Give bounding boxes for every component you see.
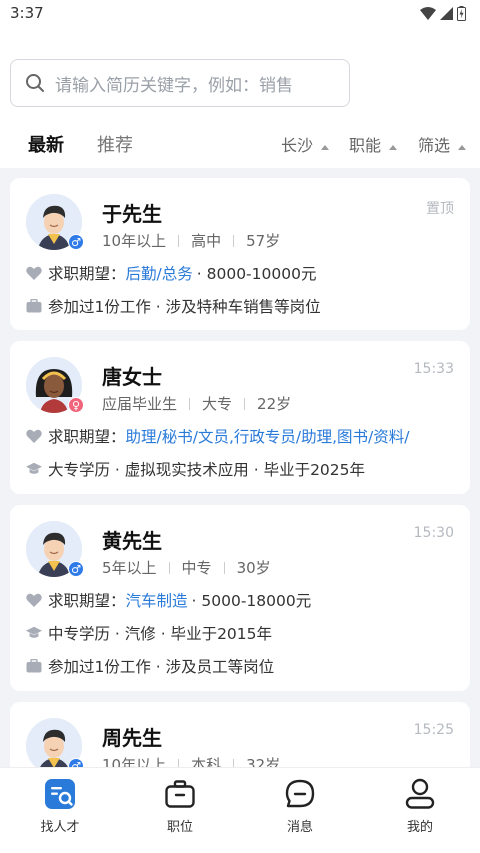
- tab-latest[interactable]: 最新: [28, 131, 64, 157]
- expectation-label: 求职期望：: [48, 428, 126, 446]
- heart-icon: [26, 428, 42, 444]
- work-history: 参加过1份工作 · 涉及特种车销售等岗位: [26, 295, 321, 317]
- work-history: 参加过1份工作 · 涉及员工等岗位: [26, 655, 274, 677]
- user-icon: [404, 778, 436, 810]
- dropdown-arrow-icon: [389, 144, 398, 150]
- tab-bar: 最新 推荐 长沙 职能 筛选: [0, 131, 480, 171]
- graduation-cap-icon: [26, 461, 42, 477]
- status-time: 3:37: [10, 4, 44, 22]
- job-expectation: 求职期望： 汽车制造 · 5000-18000元: [26, 589, 311, 611]
- bottom-nav: 找人才 职位 消息 我的: [0, 767, 480, 853]
- status-bar: 3:37: [0, 0, 480, 28]
- job-expectation: 求职期望： 助理/秘书/文员,行政专员/助理,图书/资料/: [26, 425, 409, 447]
- find-talent-icon: [44, 778, 76, 810]
- job-expectation: 求职期望： 后勤/总务 · 8000-10000元: [26, 262, 316, 284]
- more-filter[interactable]: 筛选: [418, 132, 467, 156]
- battery-icon: [457, 6, 466, 21]
- city-filter[interactable]: 长沙: [281, 132, 330, 156]
- nav-mine[interactable]: 我的: [380, 778, 460, 835]
- update-time: 15:30: [413, 525, 454, 541]
- briefcase-icon: [26, 298, 42, 314]
- briefcase-icon: [26, 658, 42, 674]
- work-history-text: 参加过1份工作 · 涉及员工等岗位: [48, 658, 275, 676]
- education-info: 大专学历 · 虚拟现实技术应用 · 毕业于2025年: [26, 458, 365, 480]
- candidate-name: 黄先生: [102, 529, 162, 553]
- nav-messages-label: 消息: [286, 820, 313, 835]
- male-gender-icon: ♂: [68, 561, 84, 577]
- city-filter-label: 长沙: [281, 136, 314, 155]
- age: 22岁: [257, 395, 292, 413]
- candidate-meta: 5年以上 中专 30岁: [102, 557, 271, 578]
- search-icon: [26, 74, 44, 92]
- dropdown-arrow-icon: [321, 144, 330, 150]
- function-filter-label: 职能: [349, 136, 382, 155]
- education: 高中: [191, 232, 222, 250]
- nav-find-talent[interactable]: 找人才: [20, 778, 100, 835]
- search-placeholder: 请输入简历关键字，例如：销售: [55, 75, 293, 96]
- resume-card[interactable]: ♂ 于先生 置顶 10年以上 高中 57岁 求职期望： 后勤/总务 · 8000…: [10, 178, 470, 330]
- education-info: 中专学历 · 汽修 · 毕业于2015年: [26, 622, 272, 644]
- female-gender-icon: ♀: [68, 397, 84, 413]
- candidate-meta: 10年以上 高中 57岁: [102, 230, 280, 251]
- status-icons: [420, 6, 466, 21]
- more-filter-label: 筛选: [418, 136, 451, 155]
- education: 中专: [181, 559, 212, 577]
- education-text: 大专学历 · 虚拟现实技术应用 · 毕业于2025年: [48, 461, 366, 479]
- age: 30岁: [236, 559, 271, 577]
- heart-icon: [26, 592, 42, 608]
- pinned-label: 置顶: [426, 201, 454, 217]
- expected-salary: · 8000-10000元: [196, 265, 317, 283]
- search-input[interactable]: 请输入简历关键字，例如：销售: [10, 59, 350, 107]
- resume-card[interactable]: ♂ 黄先生 15:30 5年以上 中专 30岁 求职期望： 汽车制造 · 500…: [10, 505, 470, 691]
- header-area: 请输入简历关键字，例如：销售 最新 推荐 长沙 职能 筛选: [0, 28, 480, 168]
- signal-icon: [440, 7, 453, 20]
- expectation-label: 求职期望：: [48, 265, 126, 283]
- candidate-meta: 应届毕业生 大专 22岁: [102, 393, 291, 414]
- tab-recommend[interactable]: 推荐: [97, 131, 133, 157]
- male-gender-icon: ♂: [68, 234, 84, 250]
- expected-job: 后勤/总务: [125, 265, 193, 283]
- briefcase-icon: [164, 778, 196, 810]
- nav-mine-label: 我的: [406, 820, 433, 835]
- update-time: 15:33: [413, 361, 454, 377]
- nav-jobs-label: 职位: [166, 820, 193, 835]
- graduation-cap-icon: [26, 625, 42, 641]
- function-filter[interactable]: 职能: [349, 132, 398, 156]
- expected-job: 助理/秘书/文员,行政专员/助理,图书/资料/: [125, 428, 410, 446]
- education: 大专: [202, 395, 233, 413]
- candidate-name: 唐女士: [102, 365, 162, 389]
- dropdown-arrow-icon: [458, 144, 467, 150]
- heart-icon: [26, 265, 42, 281]
- resume-card[interactable]: ♀ 唐女士 15:33 应届毕业生 大专 22岁 求职期望： 助理/秘书/文员,…: [10, 341, 470, 494]
- chat-bubble-icon: [284, 778, 316, 810]
- work-history-text: 参加过1份工作 · 涉及特种车销售等岗位: [48, 298, 321, 316]
- age: 57岁: [246, 232, 281, 250]
- experience: 应届毕业生: [102, 395, 178, 413]
- wifi-icon: [420, 7, 436, 20]
- expectation-label: 求职期望：: [48, 592, 126, 610]
- nav-messages[interactable]: 消息: [260, 778, 340, 835]
- experience: 5年以上: [102, 559, 157, 577]
- expected-salary: · 5000-18000元: [191, 592, 312, 610]
- candidate-name: 于先生: [102, 202, 162, 226]
- experience: 10年以上: [102, 232, 167, 250]
- expected-job: 汽车制造: [125, 592, 188, 610]
- update-time: 15:25: [413, 722, 454, 738]
- education-text: 中专学历 · 汽修 · 毕业于2015年: [48, 625, 273, 643]
- nav-find-talent-label: 找人才: [40, 820, 80, 835]
- nav-jobs[interactable]: 职位: [140, 778, 220, 835]
- candidate-name: 周先生: [102, 726, 162, 750]
